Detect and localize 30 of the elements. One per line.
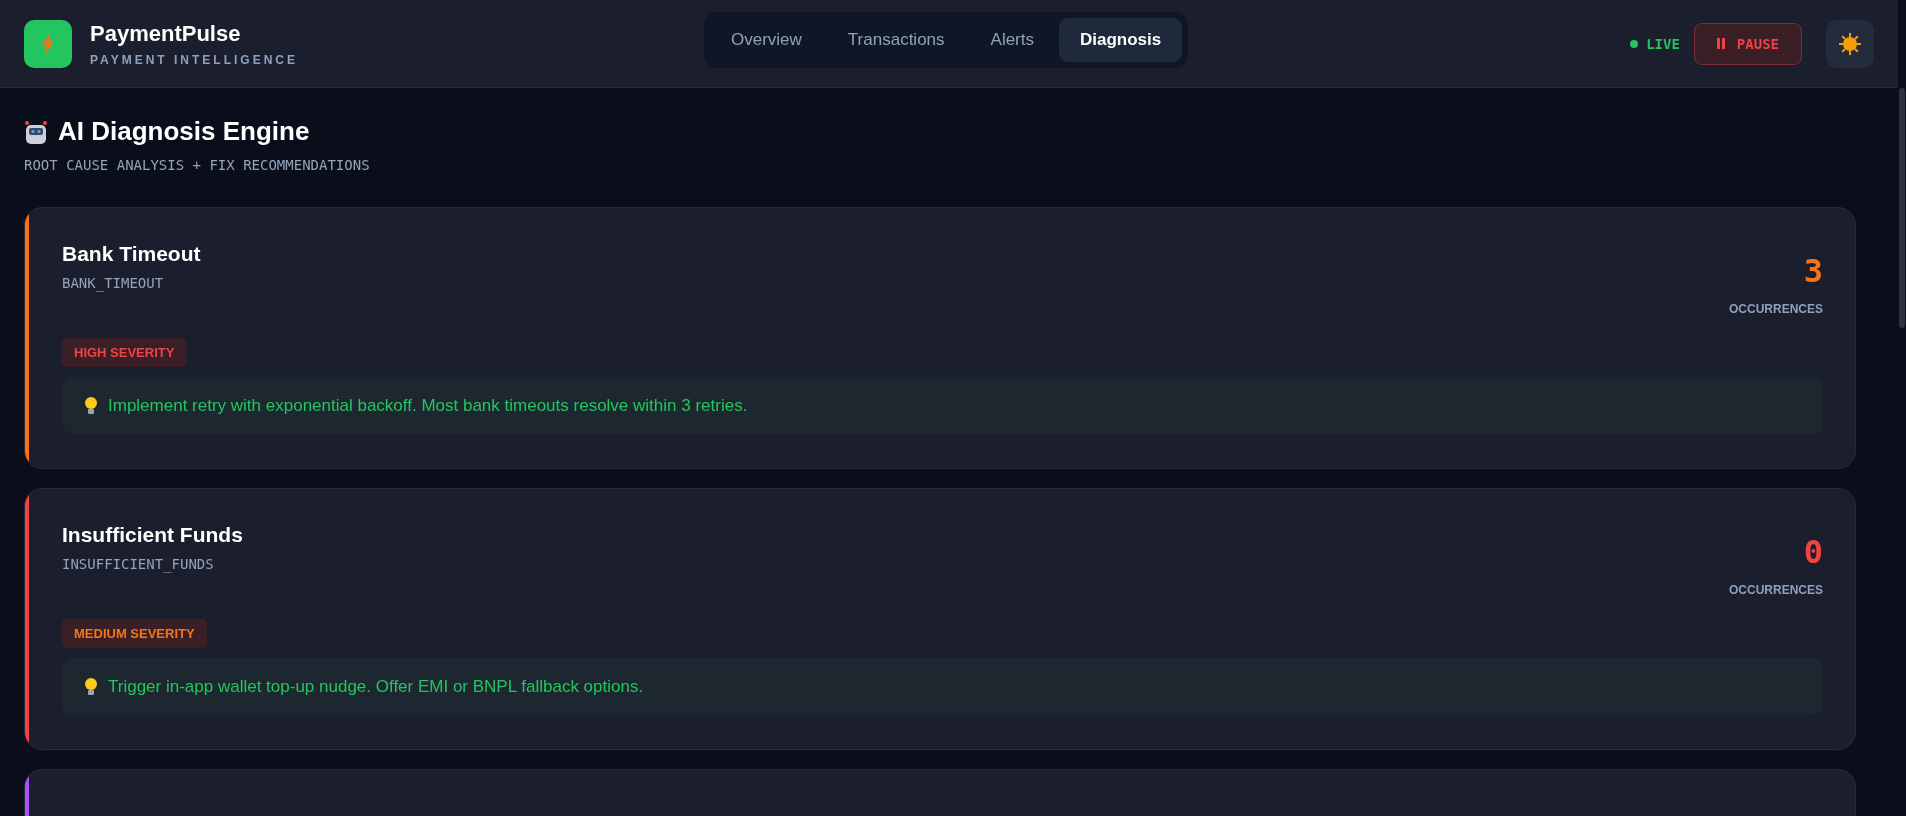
error-code: INSUFFICIENT_FUNDS xyxy=(62,556,215,572)
lightbulb-icon xyxy=(84,396,98,415)
severity-badge: MEDIUM SEVERITY xyxy=(62,619,207,648)
lightbulb-icon xyxy=(84,677,98,696)
pause-button[interactable]: PAUSE xyxy=(1693,22,1802,65)
nav-tab[interactable]: Transactions xyxy=(826,18,966,62)
fix-text: Implement retry with exponential backoff. Most bank timeouts resolve within 3 retries. xyxy=(108,395,748,416)
page-title: AI Diagnosis Engine xyxy=(58,116,310,147)
robot-icon xyxy=(24,118,48,145)
pause-icon xyxy=(1716,38,1725,49)
occurrence-count: 0 xyxy=(1803,533,1823,571)
severity-badge: HIGH SEVERITY xyxy=(62,338,187,367)
nav-tab[interactable]: Overview xyxy=(710,18,823,62)
lightning-icon xyxy=(41,32,55,55)
diagnosis-title: Insufficient Funds xyxy=(62,523,243,547)
nav-tab[interactable]: Alerts xyxy=(969,18,1055,62)
live-status: LIVE xyxy=(1646,35,1680,52)
diagnosis-title: Bank Timeout xyxy=(62,242,201,266)
brand-tagline: PAYMENT INTELLIGENCE xyxy=(90,52,298,67)
brand-name: PaymentPulse xyxy=(90,20,242,47)
occurrence-count: 3 xyxy=(1803,252,1823,290)
theme-toggle-button[interactable] xyxy=(1826,19,1874,68)
scrollbar-thumb[interactable] xyxy=(1899,88,1905,328)
sun-icon xyxy=(1838,31,1862,56)
occurrence-label: OCCURRENCES xyxy=(1729,583,1823,597)
error-code: BANK_TIMEOUT xyxy=(62,275,165,291)
page-subtitle: ROOT CAUSE ANALYSIS + FIX RECOMMENDATIONS xyxy=(24,157,371,173)
occurrence-label: OCCURRENCES xyxy=(1729,302,1823,316)
nav-tab[interactable]: Diagnosis xyxy=(1059,18,1183,62)
fix-text: Trigger in-app wallet top-up nudge. Offer EMI or BNPL fallback options. xyxy=(108,676,644,697)
